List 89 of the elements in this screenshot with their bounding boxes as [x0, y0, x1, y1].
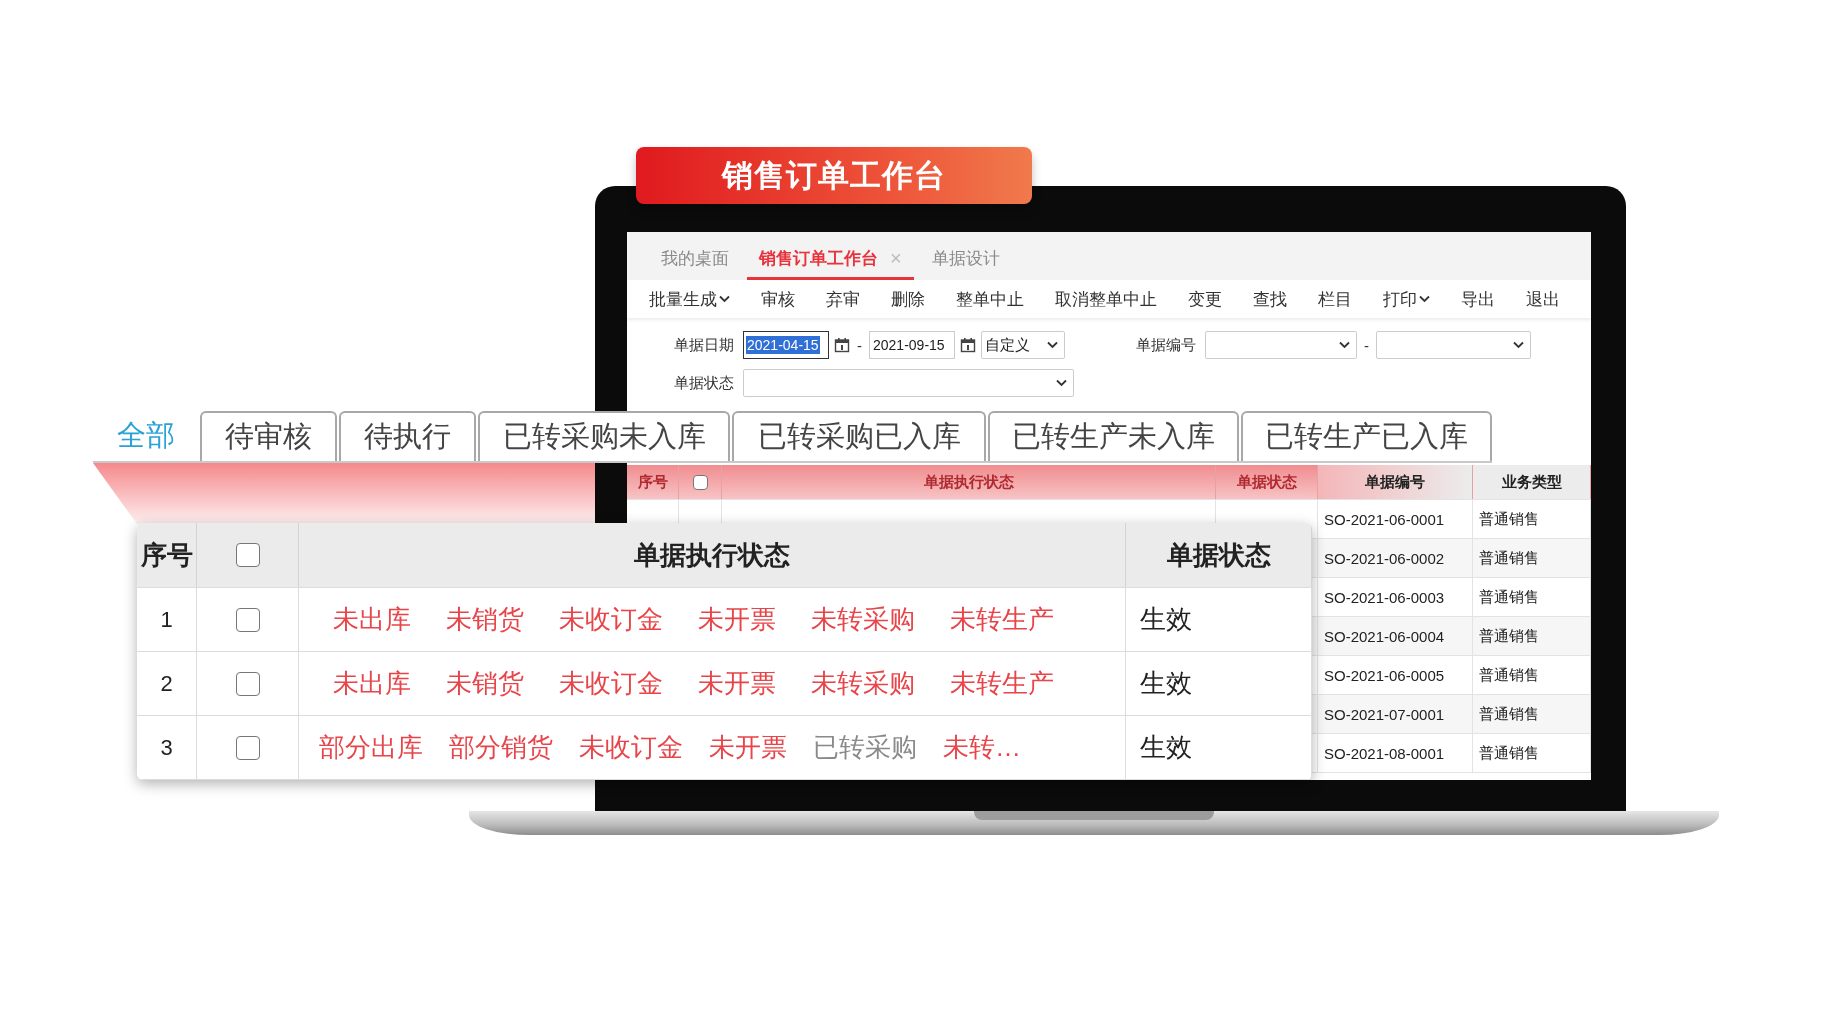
toolbar-button[interactable]: 弃审: [826, 287, 860, 311]
filter-tab[interactable]: 已转采购未入库: [478, 411, 730, 461]
status-label: 部分销货: [449, 731, 553, 764]
field-label: 单据编号: [1135, 335, 1196, 355]
checkbox[interactable]: [235, 607, 260, 632]
table-cell: SO-2021-06-0005: [1318, 656, 1473, 694]
date-field[interactable]: 2021-04-15: [743, 331, 829, 359]
status-label: 未收订金: [579, 731, 683, 764]
filter-tab[interactable]: 待审核: [200, 411, 337, 461]
banner-title: 销售订单工作台: [636, 147, 1032, 204]
checkbox[interactable]: [235, 543, 260, 567]
column-header: 单据状态: [1126, 523, 1312, 587]
date-value: 2021-09-15: [872, 336, 946, 354]
checkbox[interactable]: [235, 671, 260, 696]
status-label: 未开票: [698, 603, 776, 636]
status-label: 未转生产: [950, 667, 1054, 700]
table-cell: SO-2021-06-0004: [1318, 617, 1473, 655]
row-number: 1: [160, 606, 173, 633]
table-cell: 普通销售: [1473, 617, 1591, 655]
status-label: 部分出库: [319, 731, 423, 764]
table-cell: SO-2021-06-0003: [1318, 578, 1473, 616]
toolbar-button[interactable]: 取消整单中止: [1055, 287, 1157, 311]
toolbar-button[interactable]: 批量生成: [649, 287, 730, 311]
toolbar-button[interactable]: 整单中止: [956, 287, 1024, 311]
caret-icon: [1419, 295, 1430, 303]
table-cell: 普通销售: [1473, 734, 1591, 772]
filter-tab[interactable]: 已转采购已入库: [732, 411, 986, 461]
date-value: 2021-04-15: [746, 336, 820, 354]
status-label: 未开票: [709, 731, 787, 764]
column-header: 单据编号: [1318, 465, 1473, 499]
table-cell-text: 生效: [1140, 667, 1192, 700]
range-select[interactable]: 自定义: [981, 331, 1065, 359]
calendar-icon[interactable]: [960, 337, 976, 353]
checkbox[interactable]: [692, 474, 708, 490]
toolbar-button[interactable]: 审核: [761, 287, 795, 311]
table-cell: 普通销售: [1473, 539, 1591, 577]
filter-tab[interactable]: 已转生产未入库: [988, 411, 1239, 461]
toolbar-button[interactable]: 退出: [1526, 287, 1560, 311]
table-cell: SO-2021-06-0002: [1318, 539, 1473, 577]
status-label: 未收订金: [559, 667, 663, 700]
table-cell: SO-2021-08-0001: [1318, 734, 1473, 772]
column-header: 业务类型: [1473, 465, 1591, 499]
caret-icon: [1047, 341, 1058, 349]
toolbar-button[interactable]: 变更: [1188, 287, 1222, 311]
table-cell: SO-2021-06-0001: [1318, 500, 1473, 538]
row-number: 3: [160, 734, 173, 761]
toolbar-button[interactable]: 打印: [1383, 287, 1430, 311]
toolbar-button[interactable]: 栏目: [1318, 287, 1352, 311]
status-label: 未销货: [446, 667, 524, 700]
toolbar-button[interactable]: 删除: [891, 287, 925, 311]
range-separator: -: [856, 336, 863, 354]
table-cell-text: 生效: [1140, 731, 1192, 764]
status-label: 未出库: [333, 603, 411, 636]
caret-icon: [1056, 379, 1067, 387]
calendar-icon[interactable]: [834, 337, 850, 353]
filter-tab[interactable]: 已转生产已入库: [1241, 411, 1492, 461]
caret-icon: [1513, 341, 1524, 349]
status-label: 未转…: [943, 731, 1021, 764]
column-header: 单据执行状态: [299, 523, 1126, 587]
field-label: 单据状态: [673, 373, 734, 393]
status-label: 未转生产: [950, 603, 1054, 636]
toolbar-button[interactable]: 导出: [1461, 287, 1495, 311]
status-label: 未收订金: [559, 603, 663, 636]
toolbar-button[interactable]: 查找: [1253, 287, 1287, 311]
row-number: 2: [160, 670, 173, 697]
table-cell: 普通销售: [1473, 656, 1591, 694]
table-cell: 普通销售: [1473, 500, 1591, 538]
filter-tab[interactable]: 待执行: [339, 411, 476, 461]
status-label: 未转采购: [811, 603, 915, 636]
range-separator: -: [1363, 336, 1370, 354]
column-header: 序号: [137, 523, 197, 587]
checkbox[interactable]: [235, 735, 260, 760]
table-cell: 普通销售: [1473, 578, 1591, 616]
status-label: 未销货: [446, 603, 524, 636]
status-label: 未出库: [333, 667, 411, 700]
date-field[interactable]: 2021-09-15: [869, 331, 955, 359]
field-label: 单据日期: [673, 335, 734, 355]
column-header: 序号: [627, 465, 679, 499]
table-cell: SO-2021-07-0001: [1318, 695, 1473, 733]
status-label: 已转采购: [813, 731, 917, 764]
status-label: 未转采购: [811, 667, 915, 700]
column-header: 单据状态: [1216, 465, 1318, 499]
status-label: 未开票: [698, 667, 776, 700]
table-cell: 普通销售: [1473, 695, 1591, 733]
caret-icon: [1339, 341, 1350, 349]
column-header: 单据执行状态: [722, 465, 1216, 499]
caret-icon: [719, 295, 730, 303]
tab[interactable]: 销售订单工作台 ×: [747, 240, 914, 280]
table-cell-text: 生效: [1140, 603, 1192, 636]
